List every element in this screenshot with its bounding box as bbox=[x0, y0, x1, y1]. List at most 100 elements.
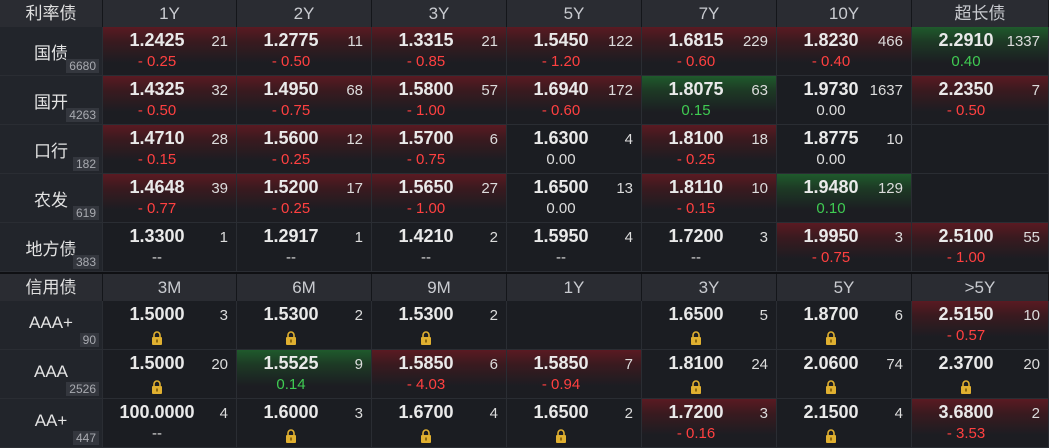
quote-cell[interactable]: 1.3315 21 - 0.85 bbox=[372, 27, 507, 76]
quote-cell[interactable]: 1.6815 229 - 0.60 bbox=[642, 27, 777, 76]
row-label[interactable]: 口行 182 bbox=[0, 125, 103, 174]
quote-cell[interactable]: 3.6800 2 - 3.53 bbox=[912, 399, 1049, 448]
quote-cell[interactable]: 1.5000 20 bbox=[103, 350, 237, 399]
quote-cell[interactable]: 1.9480 129 0.10 bbox=[777, 174, 912, 223]
quote-cell[interactable]: 1.2425 21 - 0.25 bbox=[103, 27, 237, 76]
quote-cell[interactable]: 1.4648 39 - 0.77 bbox=[103, 174, 237, 223]
quote-cell[interactable]: 1.7200 3 - 0.16 bbox=[642, 399, 777, 448]
quote-cell[interactable]: 1.8700 6 bbox=[777, 301, 912, 350]
quote-change: 0.00 bbox=[546, 200, 576, 217]
quote-cell[interactable]: 1.4325 32 - 0.50 bbox=[103, 76, 237, 125]
row-label[interactable]: 农发 619 bbox=[0, 174, 103, 223]
quote-price: 1.2425 bbox=[129, 30, 185, 50]
column-header-5Y[interactable]: >5Y bbox=[912, 274, 1049, 301]
quote-cell[interactable]: 2.2350 7 - 0.50 bbox=[912, 76, 1049, 125]
quote-price: 1.5600 bbox=[263, 128, 319, 148]
quote-cell[interactable]: 1.6700 4 bbox=[372, 399, 507, 448]
quote-volume: 57 bbox=[481, 82, 498, 99]
quote-price: 1.8230 bbox=[803, 30, 859, 50]
quote-price: 1.9480 bbox=[803, 177, 859, 197]
quote-cell[interactable]: 1.2775 11 - 0.50 bbox=[237, 27, 372, 76]
column-header-1Y[interactable]: 1Y bbox=[103, 0, 237, 27]
quote-cell[interactable]: 1.5525 9 0.14 bbox=[237, 350, 372, 399]
column-header-5Y[interactable]: 5Y bbox=[507, 0, 642, 27]
quote-change: - 0.50 bbox=[946, 102, 986, 119]
quote-volume: 28 bbox=[211, 131, 228, 148]
row-label[interactable]: AAA+ 90 bbox=[0, 301, 103, 350]
quote-cell[interactable]: 1.5600 12 - 0.25 bbox=[237, 125, 372, 174]
quote-cell[interactable]: 1.6000 3 bbox=[237, 399, 372, 448]
quote-cell[interactable]: 1.8230 466 - 0.40 bbox=[777, 27, 912, 76]
row-label[interactable]: AAA 2526 bbox=[0, 350, 103, 399]
quote-cell[interactable]: 2.5150 10 - 0.57 bbox=[912, 301, 1049, 350]
column-header-7Y[interactable]: 7Y bbox=[642, 0, 777, 27]
quote-cell[interactable]: 2.0600 74 bbox=[777, 350, 912, 399]
quote-cell[interactable]: 1.5800 57 - 1.00 bbox=[372, 76, 507, 125]
quote-change: - 0.77 bbox=[137, 200, 177, 217]
quote-price: 1.5200 bbox=[263, 177, 319, 197]
column-header-10Y[interactable]: 10Y bbox=[777, 0, 912, 27]
quote-price: 1.8075 bbox=[668, 79, 724, 99]
quote-cell[interactable] bbox=[507, 301, 642, 350]
quote-cell[interactable]: 1.6500 2 bbox=[507, 399, 642, 448]
column-header-5Y[interactable]: 5Y bbox=[777, 274, 912, 301]
quote-cell[interactable]: 1.5000 3 bbox=[103, 301, 237, 350]
column-header-2Y[interactable]: 2Y bbox=[237, 0, 372, 27]
column-header-3Y[interactable]: 3Y bbox=[642, 274, 777, 301]
quote-cell[interactable]: 1.5650 27 - 1.00 bbox=[372, 174, 507, 223]
quote-cell[interactable]: 1.9730 1637 0.00 bbox=[777, 76, 912, 125]
quote-price: 1.5650 bbox=[398, 177, 454, 197]
row-label[interactable]: 国开 4263 bbox=[0, 76, 103, 125]
quote-cell[interactable] bbox=[912, 125, 1049, 174]
quote-price: 1.8110 bbox=[668, 177, 724, 197]
table-row: 口行 182 1.4710 28 - 0.15 1.5600 12 - 0.25 1.5700 6… bbox=[0, 125, 1049, 174]
column-header-3M[interactable]: 3M bbox=[103, 274, 237, 301]
quote-change: - 3.53 bbox=[946, 425, 986, 442]
quote-cell[interactable]: 1.8100 24 bbox=[642, 350, 777, 399]
column-header-9M[interactable]: 9M bbox=[372, 274, 507, 301]
quote-cell[interactable]: 1.3300 1 -- bbox=[103, 223, 237, 272]
quote-cell[interactable]: 1.5850 7 - 0.94 bbox=[507, 350, 642, 399]
column-header-[interactable]: 超长债 bbox=[912, 0, 1049, 27]
quote-cell[interactable] bbox=[912, 174, 1049, 223]
quote-volume: 1 bbox=[219, 229, 228, 246]
quote-cell[interactable]: 1.5700 6 - 0.75 bbox=[372, 125, 507, 174]
quote-cell[interactable]: 1.5950 4 -- bbox=[507, 223, 642, 272]
column-header-1Y[interactable]: 1Y bbox=[507, 274, 642, 301]
quote-cell[interactable]: 2.5100 55 - 1.00 bbox=[912, 223, 1049, 272]
quote-cell[interactable]: 1.6500 5 bbox=[642, 301, 777, 350]
quote-price: 1.5850 bbox=[533, 353, 589, 373]
row-label[interactable]: AA+ 447 bbox=[0, 399, 103, 448]
quote-cell[interactable]: 1.4210 2 -- bbox=[372, 223, 507, 272]
column-header-3Y[interactable]: 3Y bbox=[372, 0, 507, 27]
lock-icon bbox=[691, 331, 701, 345]
row-label[interactable]: 国债 6680 bbox=[0, 27, 103, 76]
quote-volume: 2 bbox=[489, 307, 498, 324]
quote-cell[interactable]: 2.1500 4 bbox=[777, 399, 912, 448]
quote-cell[interactable]: 2.3700 20 bbox=[912, 350, 1049, 399]
quote-cell[interactable]: 1.5200 17 - 0.25 bbox=[237, 174, 372, 223]
quote-cell[interactable]: 1.5300 2 bbox=[237, 301, 372, 350]
row-label[interactable]: 地方债 383 bbox=[0, 223, 103, 272]
quote-cell[interactable]: 1.6940 172 - 0.60 bbox=[507, 76, 642, 125]
quote-cell[interactable]: 1.6500 13 0.00 bbox=[507, 174, 642, 223]
quote-cell[interactable]: 100.0000 4 -- bbox=[103, 399, 237, 448]
quote-cell[interactable]: 1.6300 4 0.00 bbox=[507, 125, 642, 174]
quote-cell[interactable]: 2.2910 1337 0.40 bbox=[912, 27, 1049, 76]
quote-cell[interactable]: 1.5300 2 bbox=[372, 301, 507, 350]
quote-cell[interactable]: 1.7200 3 -- bbox=[642, 223, 777, 272]
quote-cell[interactable]: 1.4950 68 - 0.75 bbox=[237, 76, 372, 125]
quote-cell[interactable]: 1.5450 122 - 1.20 bbox=[507, 27, 642, 76]
quote-cell[interactable]: 1.4710 28 - 0.15 bbox=[103, 125, 237, 174]
quote-cell[interactable]: 1.5850 6 - 4.03 bbox=[372, 350, 507, 399]
lock-icon bbox=[691, 380, 701, 394]
quote-change: - 0.50 bbox=[137, 102, 177, 119]
table-row: AAA+ 90 1.5000 3 1.5300 2 1.5300 2 1.6500 5 1.8700… bbox=[0, 301, 1049, 350]
quote-cell[interactable]: 1.2917 1 -- bbox=[237, 223, 372, 272]
column-header-6M[interactable]: 6M bbox=[237, 274, 372, 301]
quote-cell[interactable]: 1.9950 3 - 0.75 bbox=[777, 223, 912, 272]
quote-cell[interactable]: 1.8075 63 0.15 bbox=[642, 76, 777, 125]
quote-cell[interactable]: 1.8100 18 - 0.25 bbox=[642, 125, 777, 174]
quote-cell[interactable]: 1.8110 10 - 0.15 bbox=[642, 174, 777, 223]
quote-cell[interactable]: 1.8775 10 0.00 bbox=[777, 125, 912, 174]
